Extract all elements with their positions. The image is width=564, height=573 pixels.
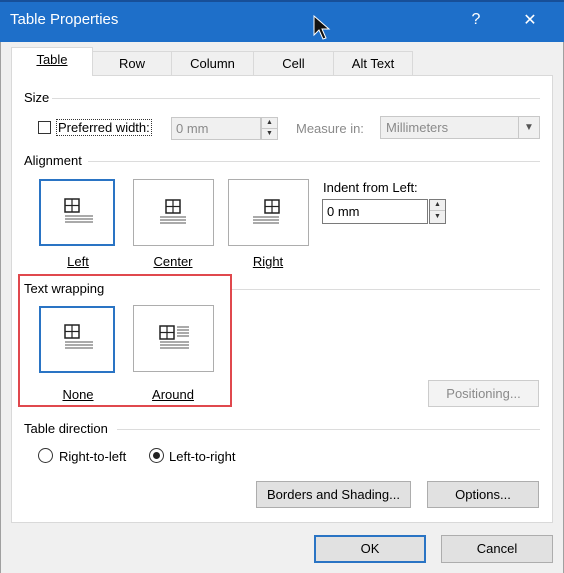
tab-table[interactable]: Table bbox=[11, 47, 93, 76]
highlight-box bbox=[18, 274, 232, 407]
positioning-button[interactable]: Positioning... bbox=[428, 380, 539, 407]
options-button[interactable]: Options... bbox=[427, 481, 539, 508]
tab-label: Row bbox=[118, 56, 145, 71]
preferred-width-label: Preferred width: bbox=[56, 119, 152, 136]
align-center-label: Center bbox=[128, 254, 218, 269]
table-align-center-icon bbox=[160, 199, 186, 224]
spin-up-icon[interactable]: ▲ bbox=[430, 200, 445, 211]
tab-column[interactable]: Column bbox=[171, 51, 254, 75]
preferred-width-input[interactable]: 0 mm bbox=[171, 117, 261, 140]
align-right-label: Right bbox=[223, 254, 313, 269]
measure-in-select[interactable]: Millimeters ▼ bbox=[380, 116, 540, 139]
indent-from-left-input[interactable]: 0 mm bbox=[322, 199, 428, 224]
close-button[interactable]: ✕ bbox=[510, 10, 550, 30]
borders-shading-button[interactable]: Borders and Shading... bbox=[256, 481, 411, 508]
tab-label: Cell bbox=[282, 56, 305, 71]
help-button[interactable]: ? bbox=[456, 11, 496, 29]
spin-up-icon[interactable]: ▲ bbox=[262, 118, 277, 129]
preferred-width-checkbox[interactable] bbox=[38, 121, 51, 134]
table-align-right-icon bbox=[253, 199, 280, 224]
align-center-text: Center bbox=[153, 254, 193, 269]
size-section-label: Size bbox=[24, 90, 50, 105]
measure-in-label: Measure in: bbox=[296, 121, 364, 136]
align-left-tile[interactable] bbox=[39, 179, 115, 246]
section-divider bbox=[88, 161, 540, 162]
indent-spinner[interactable]: ▲ ▼ bbox=[429, 199, 446, 224]
chevron-down-icon[interactable]: ▼ bbox=[518, 117, 539, 138]
table-direction-section-label: Table direction bbox=[24, 421, 108, 436]
dialog-title: Table Properties bbox=[10, 11, 119, 28]
section-divider bbox=[52, 98, 540, 99]
left-to-right-radio[interactable] bbox=[149, 448, 164, 463]
alignment-section-label: Alignment bbox=[24, 153, 82, 168]
mouse-cursor-icon bbox=[313, 15, 331, 40]
tab-label: Table bbox=[36, 52, 68, 67]
right-to-left-radio[interactable] bbox=[38, 448, 53, 463]
spin-down-icon[interactable]: ▼ bbox=[262, 129, 277, 139]
tab-row[interactable]: Row bbox=[92, 51, 172, 75]
title-bar-top-edge bbox=[0, 0, 564, 2]
align-left-text: Left bbox=[67, 254, 89, 269]
align-left-label: Left bbox=[33, 254, 123, 269]
table-align-left-icon bbox=[64, 198, 93, 223]
cancel-button[interactable]: Cancel bbox=[441, 535, 553, 563]
section-divider bbox=[117, 429, 540, 430]
indent-from-left-label: Indent from Left: bbox=[323, 180, 418, 195]
align-right-tile[interactable] bbox=[228, 179, 309, 246]
tab-label: Column bbox=[190, 56, 235, 71]
tab-cell[interactable]: Cell bbox=[253, 51, 334, 75]
align-center-tile[interactable] bbox=[133, 179, 214, 246]
ok-button[interactable]: OK bbox=[314, 535, 426, 563]
align-right-text: Right bbox=[252, 254, 284, 269]
preferred-width-spinner[interactable]: ▲ ▼ bbox=[261, 117, 278, 140]
section-divider bbox=[232, 289, 540, 290]
right-to-left-label: Right-to-left bbox=[59, 449, 127, 464]
tab-alt-text[interactable]: Alt Text bbox=[333, 51, 413, 75]
measure-in-value: Millimeters bbox=[386, 120, 449, 135]
left-to-right-label: Left-to-right bbox=[169, 449, 236, 464]
spin-down-icon[interactable]: ▼ bbox=[430, 212, 445, 222]
tab-label: Alt Text bbox=[351, 56, 395, 71]
